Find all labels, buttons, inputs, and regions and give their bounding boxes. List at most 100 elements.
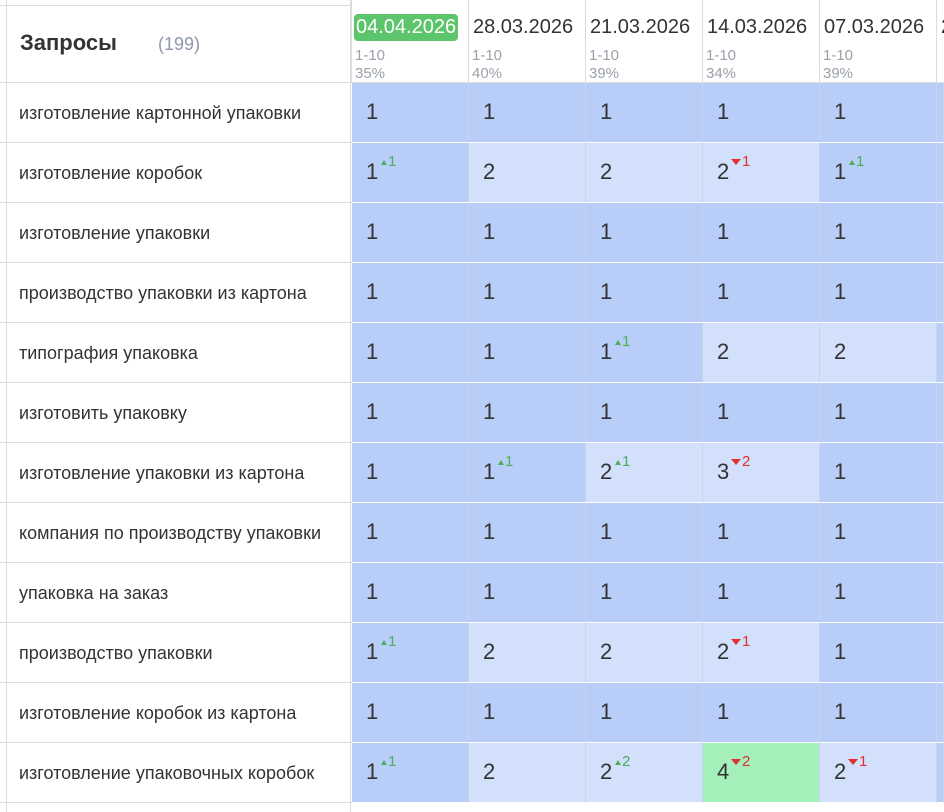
position-cell[interactable]: 11 bbox=[352, 743, 469, 803]
position-cell[interactable]: 1 bbox=[703, 563, 820, 623]
position-cell[interactable]: 32 bbox=[703, 443, 820, 503]
position-cell[interactable]: 1 bbox=[352, 383, 469, 443]
query-text[interactable]: изготовление коробок bbox=[19, 143, 329, 203]
position-cell[interactable]: 1 bbox=[703, 683, 820, 743]
position-cell[interactable] bbox=[937, 143, 944, 203]
position-cell[interactable]: 1 bbox=[586, 683, 703, 743]
position-cell[interactable]: 21 bbox=[703, 143, 820, 203]
position-cell[interactable]: 2 bbox=[586, 143, 703, 203]
position-cell[interactable]: 2 bbox=[469, 143, 586, 203]
position-cell[interactable]: 11 bbox=[352, 143, 469, 203]
position-cell[interactable]: 1 bbox=[352, 203, 469, 263]
position-cell[interactable]: 1 bbox=[586, 383, 703, 443]
position-cell[interactable]: 1 bbox=[586, 83, 703, 143]
top10-percent: 39% bbox=[589, 65, 620, 82]
top10-percent: 34% bbox=[706, 65, 737, 82]
position-cell[interactable]: 1 bbox=[703, 83, 820, 143]
position-cell[interactable]: 1 bbox=[820, 503, 937, 563]
position-cell[interactable]: 1 bbox=[469, 203, 586, 263]
position-cell[interactable]: 1 bbox=[703, 203, 820, 263]
position-cell[interactable]: 42 bbox=[703, 743, 820, 803]
positions-table: Запросы (199) 04.04.2026 1-10 35% 28.03.202… bbox=[0, 0, 944, 812]
position-cell[interactable]: 11 bbox=[586, 323, 703, 383]
query-text[interactable]: упаковка на заказ bbox=[19, 563, 329, 623]
position-cell[interactable]: 1 bbox=[586, 503, 703, 563]
date-column-header[interactable]: 2 bbox=[939, 12, 944, 42]
query-text[interactable]: изготовление упаковки bbox=[19, 203, 329, 263]
query-text[interactable]: изготовить упаковку bbox=[19, 383, 329, 443]
position-cell[interactable]: 11 bbox=[820, 143, 937, 203]
position-cell[interactable]: 1 bbox=[469, 263, 586, 323]
date-column-header[interactable]: 21.03.2026 bbox=[588, 12, 692, 42]
position-cell[interactable] bbox=[937, 563, 944, 623]
position-cell[interactable]: 21 bbox=[820, 743, 937, 803]
position-cell[interactable]: 1 bbox=[352, 263, 469, 323]
position-cell[interactable] bbox=[937, 743, 944, 803]
position-cell[interactable]: 1 bbox=[352, 323, 469, 383]
position-cell[interactable] bbox=[937, 623, 944, 683]
position-cell[interactable] bbox=[937, 683, 944, 743]
position-cell[interactable]: 2 bbox=[469, 623, 586, 683]
date-column-header[interactable]: 14.03.2026 bbox=[705, 12, 809, 42]
position-cell[interactable] bbox=[937, 503, 944, 563]
query-text[interactable]: изготовление коробок из картона bbox=[19, 683, 329, 743]
position-cell[interactable] bbox=[937, 323, 944, 383]
position-cell[interactable]: 1 bbox=[703, 263, 820, 323]
position-cell[interactable]: 1 bbox=[469, 83, 586, 143]
position-change: 1 bbox=[731, 633, 750, 650]
query-text[interactable]: производство упаковки из картона bbox=[19, 263, 329, 323]
position-cell[interactable] bbox=[937, 383, 944, 443]
position-cell[interactable]: 1 bbox=[469, 383, 586, 443]
position-cell[interactable]: 2 bbox=[586, 623, 703, 683]
position-cell[interactable]: 1 bbox=[820, 623, 937, 683]
query-text[interactable]: изготовление упаковки из картона bbox=[19, 443, 329, 503]
position-cell[interactable]: 1 bbox=[820, 683, 937, 743]
position-cell[interactable]: 1 bbox=[820, 203, 937, 263]
date-column-header[interactable]: 28.03.2026 bbox=[471, 12, 575, 42]
query-text[interactable]: компания по производству упаковки bbox=[19, 503, 329, 563]
position-cell[interactable]: 1 bbox=[586, 563, 703, 623]
position-value: 1 bbox=[834, 279, 847, 304]
date-column-header[interactable]: 04.04.2026 bbox=[354, 14, 459, 41]
date-column-header[interactable]: 07.03.2026 bbox=[822, 12, 926, 42]
position-cell[interactable]: 1 bbox=[469, 683, 586, 743]
position-cell[interactable] bbox=[937, 203, 944, 263]
position-cell[interactable]: 1 bbox=[469, 563, 586, 623]
position-change: 2 bbox=[615, 753, 630, 770]
position-cell[interactable]: 1 bbox=[352, 683, 469, 743]
position-cell[interactable]: 1 bbox=[586, 203, 703, 263]
position-cell[interactable]: 1 bbox=[469, 323, 586, 383]
position-value: 1 bbox=[834, 519, 847, 544]
position-cell[interactable]: 1 bbox=[820, 563, 937, 623]
position-cell[interactable] bbox=[937, 263, 944, 323]
column-divider bbox=[819, 0, 820, 83]
position-cell[interactable]: 2 bbox=[469, 743, 586, 803]
position-cell[interactable]: 1 bbox=[703, 503, 820, 563]
position-cell[interactable]: 1 bbox=[820, 263, 937, 323]
position-cell[interactable]: 1 bbox=[352, 563, 469, 623]
position-cell[interactable]: 11 bbox=[469, 443, 586, 503]
position-cell[interactable] bbox=[937, 83, 944, 143]
position-cell[interactable]: 11 bbox=[352, 623, 469, 683]
query-text[interactable]: производство упаковки bbox=[19, 623, 329, 683]
position-cell[interactable]: 2 bbox=[820, 323, 937, 383]
position-cell[interactable] bbox=[937, 443, 944, 503]
position-cell[interactable]: 2 bbox=[703, 323, 820, 383]
query-text[interactable]: изготовление упаковочных коробок bbox=[19, 743, 329, 803]
date-range: 1-10 bbox=[589, 47, 620, 64]
position-cell[interactable]: 1 bbox=[820, 443, 937, 503]
position-cell[interactable]: 1 bbox=[703, 383, 820, 443]
position-cell[interactable]: 1 bbox=[352, 503, 469, 563]
query-text[interactable]: типография упаковка bbox=[19, 323, 329, 383]
position-cell[interactable]: 21 bbox=[586, 443, 703, 503]
position-value: 2 bbox=[717, 159, 730, 184]
position-cell[interactable]: 1 bbox=[469, 503, 586, 563]
position-cell[interactable]: 22 bbox=[586, 743, 703, 803]
position-cell[interactable]: 1 bbox=[352, 83, 469, 143]
query-text[interactable]: изготовление картонной упаковки bbox=[19, 83, 329, 143]
position-cell[interactable]: 1 bbox=[586, 263, 703, 323]
position-cell[interactable]: 1 bbox=[352, 443, 469, 503]
position-cell[interactable]: 21 bbox=[703, 623, 820, 683]
position-cell[interactable]: 1 bbox=[820, 383, 937, 443]
position-cell[interactable]: 1 bbox=[820, 83, 937, 143]
